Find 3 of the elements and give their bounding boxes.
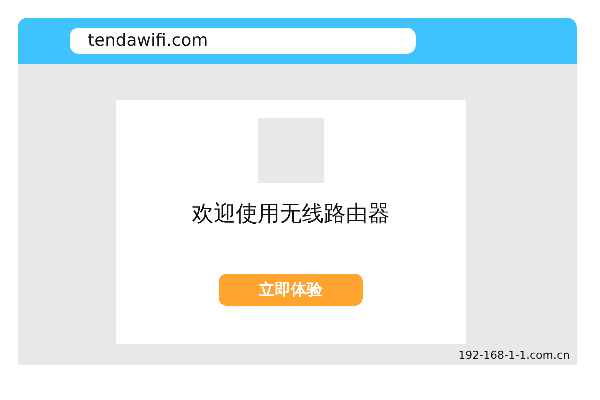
site-url: 192-168-1-1.com.cn (458, 349, 570, 362)
welcome-title: 欢迎使用无线路由器 (191, 201, 391, 229)
address-bar[interactable]: tendawifi.com (70, 28, 416, 54)
